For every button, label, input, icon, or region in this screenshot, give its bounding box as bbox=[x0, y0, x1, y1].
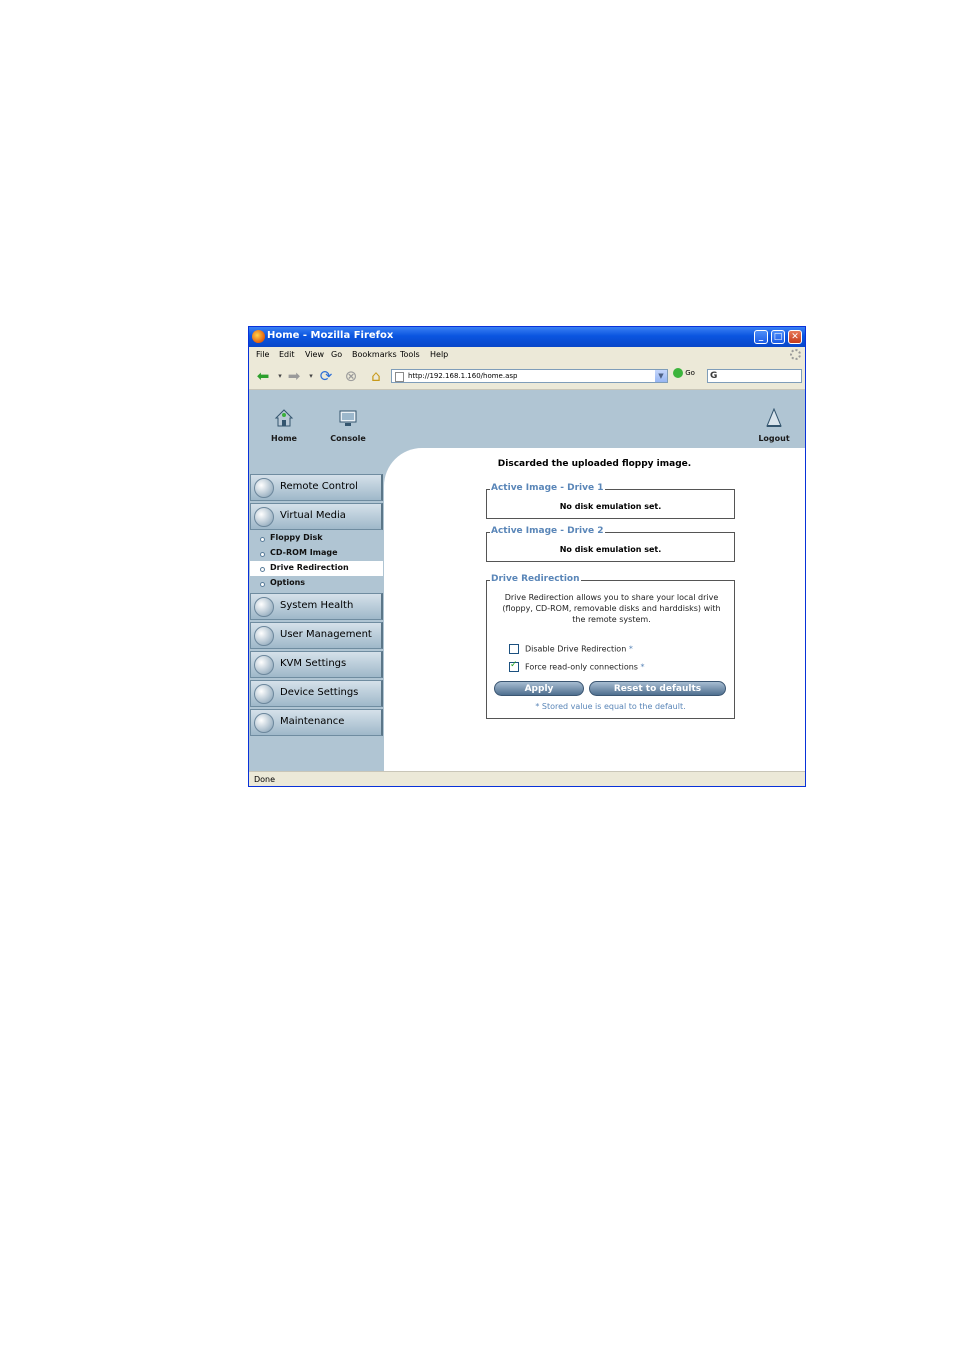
device-settings-icon bbox=[254, 684, 274, 704]
sidebar-item-label: KVM Settings bbox=[280, 658, 347, 669]
sidebar-item-kvm-settings[interactable]: KVM Settings bbox=[250, 651, 383, 678]
status-text: Done bbox=[254, 775, 276, 784]
default-note: * Stored value is equal to the default. bbox=[535, 702, 686, 711]
sidebar-item-label: Remote Control bbox=[280, 481, 358, 492]
sidebar-item-label: Virtual Media bbox=[280, 510, 346, 521]
remote-control-icon bbox=[254, 478, 274, 498]
sidebar-subitem-floppy-disk[interactable]: Floppy Disk bbox=[250, 531, 383, 546]
home-nav-button[interactable]: Home bbox=[267, 408, 301, 443]
reset-to-defaults-button[interactable]: Reset to defaults bbox=[589, 681, 726, 696]
house-icon bbox=[274, 409, 294, 427]
console-nav-label: Console bbox=[330, 434, 366, 443]
address-bar[interactable]: http://192.168.1.160/home.asp bbox=[391, 369, 668, 383]
page-icon bbox=[395, 372, 404, 382]
menu-bookmarks[interactable]: Bookmarks bbox=[352, 350, 397, 359]
sidebar-item-label: System Health bbox=[280, 600, 354, 611]
sidebar-subitem-cd-rom-image[interactable]: CD-ROM Image bbox=[250, 546, 383, 561]
sidebar-item-user-management[interactable]: User Management bbox=[250, 622, 383, 649]
sidebar-item-maintenance[interactable]: Maintenance bbox=[250, 709, 383, 736]
system-health-icon bbox=[254, 597, 274, 617]
bullet-icon bbox=[260, 552, 265, 557]
apply-button[interactable]: Apply bbox=[494, 681, 584, 696]
stop-icon[interactable]: ⊗ bbox=[342, 367, 360, 385]
home-browser-icon[interactable]: ⌂ bbox=[367, 367, 385, 385]
drive1-fieldset: Active Image - Drive 1 No disk emulation… bbox=[486, 483, 735, 519]
console-nav-button[interactable]: Console bbox=[327, 408, 369, 443]
logout-nav-button[interactable]: Logout bbox=[754, 407, 794, 443]
maintenance-icon bbox=[254, 713, 274, 733]
menu-tools[interactable]: Tools bbox=[400, 350, 420, 359]
navigation-toolbar: ⬅ ▾ ➡ ▾ ⟳ ⊗ ⌂ http://192.168.1.160/home.… bbox=[249, 363, 805, 390]
sidebar-subitem-label: Floppy Disk bbox=[270, 533, 323, 542]
default-marker: * bbox=[628, 644, 633, 654]
page-content: Home Console Logout Remote Control Virtu… bbox=[249, 390, 805, 771]
back-icon[interactable]: ⬅ bbox=[254, 367, 272, 385]
bullet-icon bbox=[260, 567, 265, 572]
go-button[interactable]: Go bbox=[673, 368, 695, 378]
bullet-icon bbox=[260, 537, 265, 542]
minimize-button[interactable]: _ bbox=[754, 330, 768, 344]
sidebar-subitem-label: Options bbox=[270, 578, 306, 587]
sidebar-item-label: User Management bbox=[280, 629, 372, 640]
throbber-icon bbox=[790, 349, 801, 360]
menu-bar: File Edit View Go Bookmarks Tools Help bbox=[249, 347, 805, 363]
kvm-settings-icon bbox=[254, 655, 274, 675]
disable-drive-redirection-label: Disable Drive Redirection bbox=[525, 644, 627, 654]
sidebar-subitem-drive-redirection[interactable]: Drive Redirection bbox=[250, 561, 383, 576]
force-read-only-label: Force read-only connections bbox=[525, 662, 638, 672]
drive1-legend: Active Image - Drive 1 bbox=[490, 483, 605, 493]
title-bar: Home - Mozilla Firefox _ □ ✕ bbox=[249, 327, 805, 347]
sidebar-item-system-health[interactable]: System Health bbox=[250, 593, 383, 620]
menu-file[interactable]: File bbox=[256, 350, 269, 359]
sidebar-subitem-label: Drive Redirection bbox=[270, 563, 349, 572]
address-dropdown-icon[interactable]: ▼ bbox=[655, 370, 667, 382]
address-text: http://192.168.1.160/home.asp bbox=[408, 372, 518, 380]
status-bar: Done bbox=[249, 771, 805, 786]
disable-drive-redirection-checkbox[interactable] bbox=[509, 644, 519, 654]
sidebar-item-label: Device Settings bbox=[280, 687, 359, 698]
sidebar-item-remote-control[interactable]: Remote Control bbox=[250, 474, 383, 501]
sidebar-item-virtual-media[interactable]: Virtual Media bbox=[250, 503, 383, 530]
close-button[interactable]: ✕ bbox=[788, 330, 802, 344]
virtual-media-icon bbox=[254, 507, 274, 527]
search-input[interactable]: G bbox=[707, 369, 802, 383]
drive-redirection-fieldset: Drive Redirection Drive Redirection allo… bbox=[486, 574, 735, 719]
drive2-value: No disk emulation set. bbox=[559, 545, 662, 554]
drive-redirection-description: Drive Redirection allows you to share yo… bbox=[502, 593, 721, 624]
sidebar-item-label: Maintenance bbox=[280, 716, 345, 727]
disable-drive-redirection-row: Disable Drive Redirection * bbox=[509, 644, 633, 654]
go-label: Go bbox=[685, 369, 695, 377]
window-title: Home - Mozilla Firefox bbox=[267, 330, 394, 341]
force-read-only-checkbox[interactable] bbox=[509, 660, 519, 672]
main-panel: Discarded the uploaded floppy image. Act… bbox=[384, 448, 805, 771]
firefox-icon bbox=[252, 330, 265, 343]
menu-edit[interactable]: Edit bbox=[279, 350, 295, 359]
menu-go[interactable]: Go bbox=[331, 350, 342, 359]
reload-icon[interactable]: ⟳ bbox=[317, 367, 335, 385]
sidebar-item-device-settings[interactable]: Device Settings bbox=[250, 680, 383, 707]
logout-icon bbox=[766, 407, 782, 427]
status-message: Discarded the uploaded floppy image. bbox=[497, 459, 692, 469]
drive2-fieldset: Active Image - Drive 2 No disk emulation… bbox=[486, 526, 735, 562]
logout-nav-label: Logout bbox=[758, 434, 790, 443]
user-management-icon bbox=[254, 626, 274, 646]
menu-help[interactable]: Help bbox=[430, 350, 448, 359]
drive2-legend: Active Image - Drive 2 bbox=[490, 526, 605, 536]
force-read-only-row: Force read-only connections * bbox=[509, 660, 645, 672]
drive-redirection-legend: Drive Redirection bbox=[490, 574, 581, 584]
maximize-button[interactable]: □ bbox=[771, 330, 785, 344]
home-nav-label: Home bbox=[271, 434, 297, 443]
drive1-value: No disk emulation set. bbox=[559, 502, 662, 511]
browser-window: Home - Mozilla Firefox _ □ ✕ File Edit V… bbox=[248, 326, 806, 787]
go-icon bbox=[673, 368, 683, 378]
menu-view[interactable]: View bbox=[305, 350, 324, 359]
console-icon bbox=[339, 410, 357, 426]
default-marker: * bbox=[640, 662, 645, 672]
google-search-icon: G bbox=[710, 371, 718, 381]
bullet-icon bbox=[260, 582, 265, 587]
forward-icon[interactable]: ➡ bbox=[285, 367, 303, 385]
sidebar-subitem-label: CD-ROM Image bbox=[270, 548, 338, 557]
sidebar-subitem-options[interactable]: Options bbox=[250, 576, 383, 591]
